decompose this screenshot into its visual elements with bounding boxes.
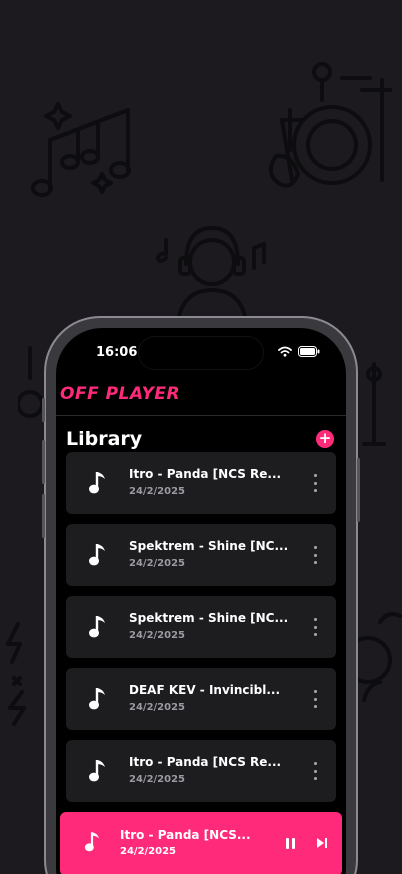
track-name: Itro - Panda [NCS Re...	[129, 755, 282, 769]
track-item[interactable]: Spektrem - Shine [NC... 24/2/2025	[66, 596, 336, 658]
track-date: 24/2/2025	[129, 486, 186, 497]
add-track-button[interactable]: +	[316, 430, 334, 448]
track-item[interactable]: Itro - Panda [NCS Re... 24/2/2025	[66, 452, 336, 514]
track-name: Itro - Panda [NCS Re...	[129, 467, 282, 481]
music-note-icon	[89, 472, 105, 494]
more-options-icon[interactable]	[314, 618, 318, 636]
track-list: Itro - Panda [NCS Re... 24/2/2025 Spektr…	[66, 452, 336, 812]
drum-kit-icon	[268, 62, 392, 188]
more-options-icon[interactable]	[314, 474, 318, 492]
track-name: DEAF KEV - Invincibl...	[129, 683, 281, 697]
track-name: Spektrem - Shine [NC...	[129, 539, 289, 553]
track-date: 24/2/2025	[129, 630, 186, 641]
lightning-icon	[6, 622, 26, 726]
more-options-icon[interactable]	[314, 690, 318, 708]
microphone-stand-icon	[362, 362, 386, 446]
track-date: 24/2/2025	[129, 558, 186, 569]
dynamic-island	[138, 336, 264, 370]
music-note-icon	[84, 832, 100, 852]
phone-side-button	[42, 398, 45, 422]
music-note-icon	[89, 760, 105, 782]
track-date: 24/2/2025	[129, 702, 186, 713]
skip-next-icon[interactable]	[316, 837, 328, 849]
now-playing-bar[interactable]: Itro - Panda [NCS... 24/2/2025	[60, 812, 342, 874]
app-header: OFF PLAYER	[56, 374, 346, 416]
status-time: 16:06	[96, 345, 138, 360]
vinyl-icon	[354, 612, 402, 702]
music-note-icon	[89, 616, 105, 638]
phone-volume-up	[42, 440, 45, 484]
track-item[interactable]: Spektrem - Shine [NC... 24/2/2025	[66, 524, 336, 586]
now-playing-date: 24/2/2025	[120, 846, 177, 857]
more-options-icon[interactable]	[314, 762, 318, 780]
pause-button[interactable]	[286, 838, 296, 849]
music-note-icon	[89, 688, 105, 710]
wifi-icon	[278, 346, 292, 357]
music-note-icon	[89, 544, 105, 566]
battery-icon	[298, 346, 320, 357]
app-title: OFF PLAYER	[60, 384, 181, 404]
status-icons	[278, 346, 320, 357]
plus-icon: +	[318, 429, 332, 447]
track-date: 24/2/2025	[129, 774, 186, 785]
music-notes-icon	[31, 102, 131, 197]
track-name: Spektrem - Shine [NC...	[129, 611, 289, 625]
headphones-person-icon	[156, 226, 266, 320]
phone-screen: 16:06 OFF PLAYER Library + Itro - Panda …	[56, 328, 346, 874]
now-playing-title: Itro - Panda [NCS...	[120, 828, 251, 842]
more-options-icon[interactable]	[314, 546, 318, 564]
library-title: Library	[66, 428, 143, 450]
phone-power-button	[357, 458, 360, 522]
track-item[interactable]: DEAF KEV - Invincibl... 24/2/2025	[66, 668, 336, 730]
phone-volume-down	[42, 494, 45, 538]
phone-frame: 16:06 OFF PLAYER Library + Itro - Panda …	[42, 316, 360, 874]
track-item[interactable]: Itro - Panda [NCS Re... 24/2/2025	[66, 740, 336, 802]
status-bar: 16:06	[56, 336, 346, 370]
